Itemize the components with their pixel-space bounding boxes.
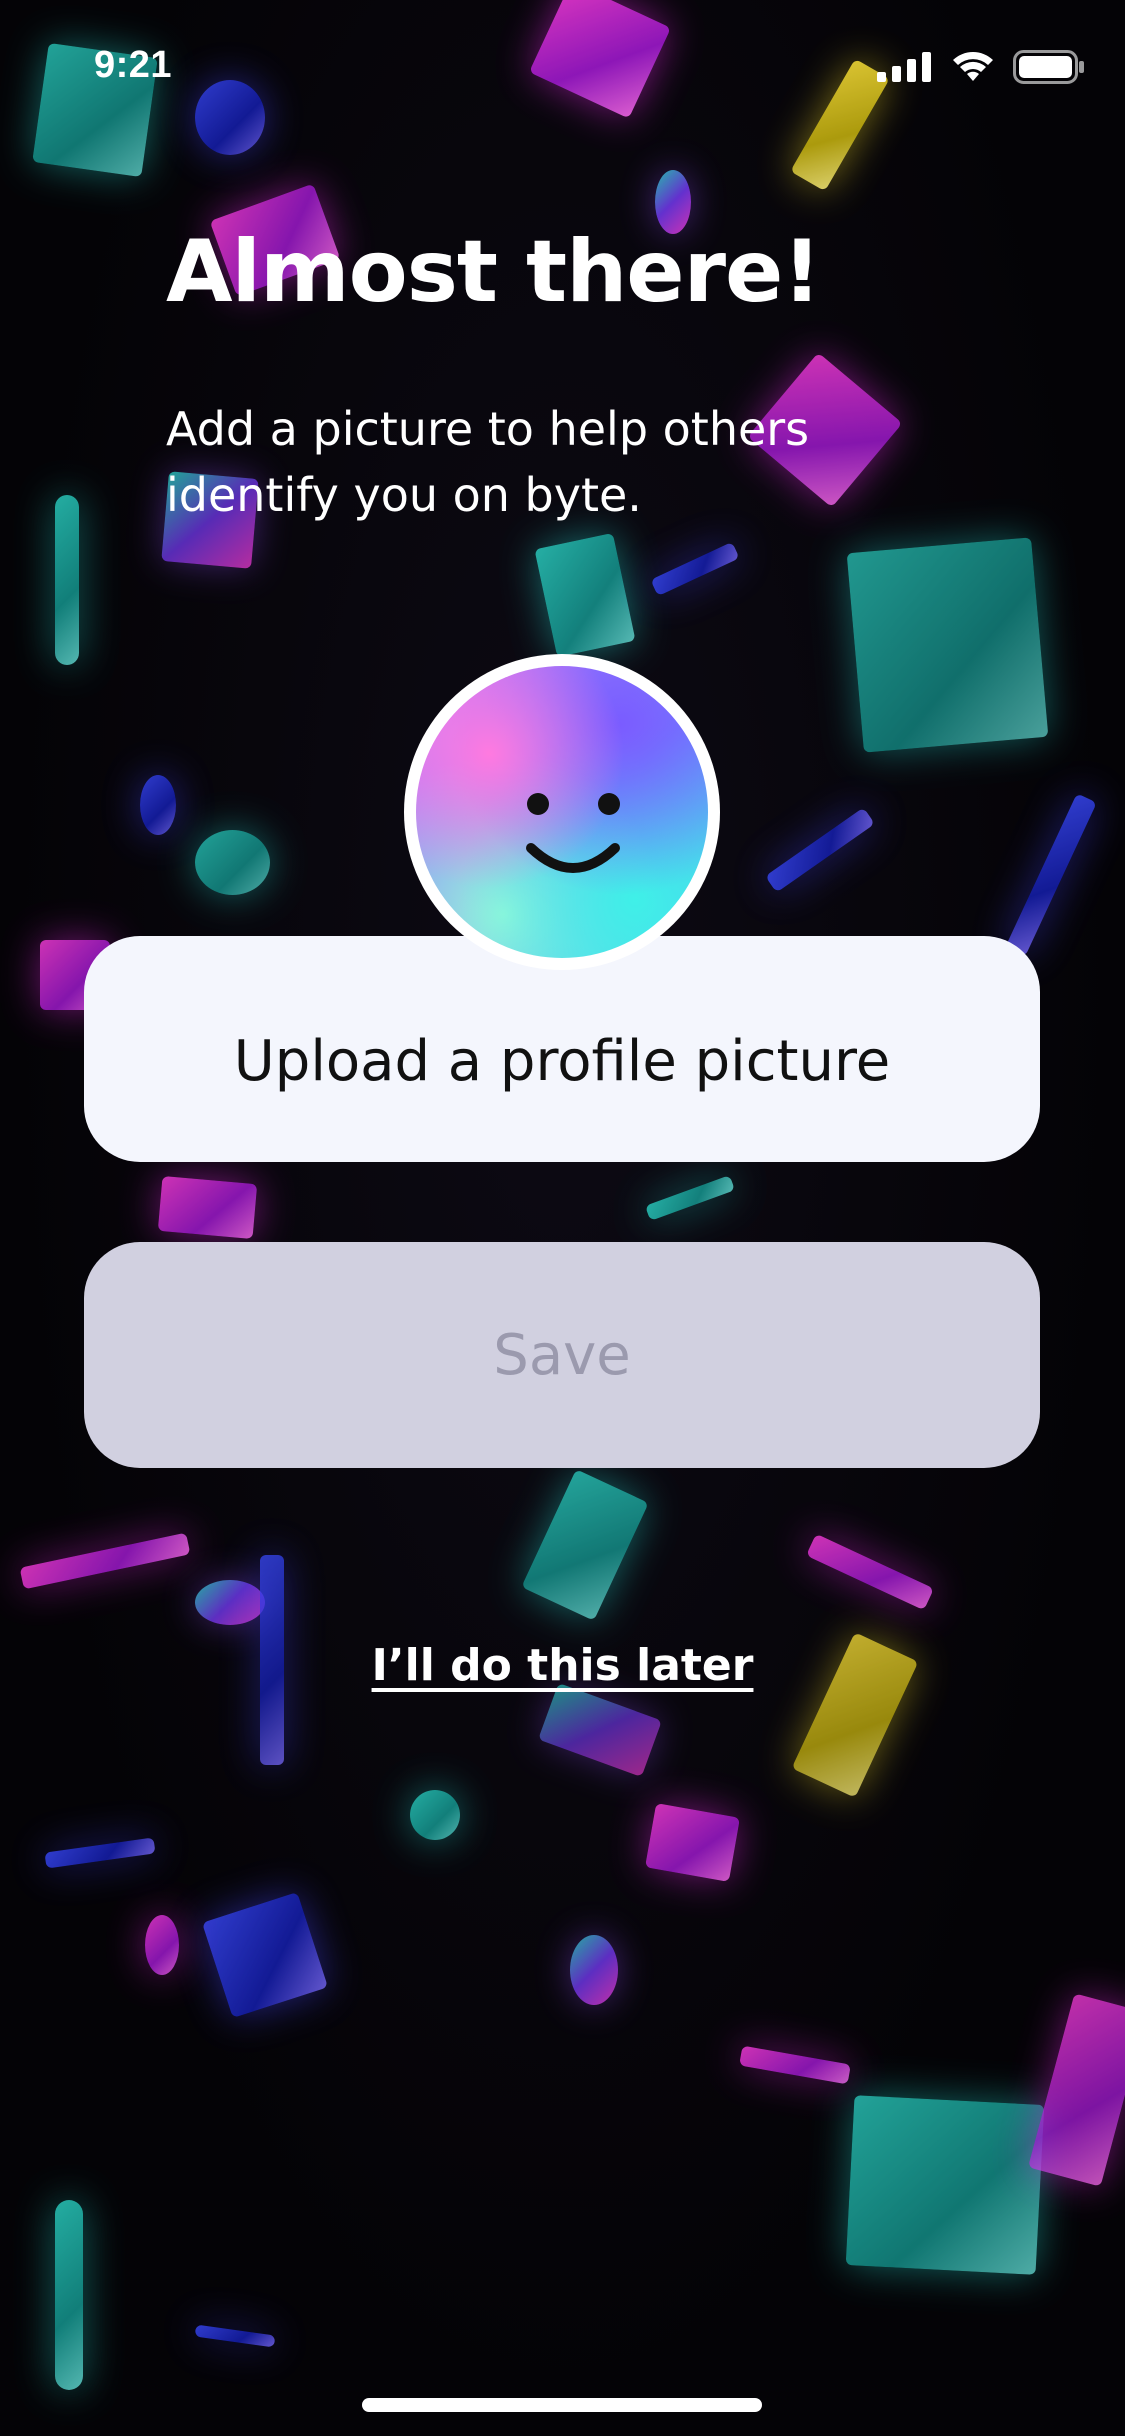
bg-shape [1005,793,1097,957]
bg-shape [194,2324,276,2348]
bg-shape [534,532,636,658]
bg-shape [846,537,1049,753]
bg-shape [806,1533,934,1611]
bg-shape [765,807,875,893]
wifi-icon [951,51,995,87]
upload-button-label: Upload a profile picture [233,1028,891,1094]
save-button-label: Save [493,1322,631,1388]
bg-shape [1027,1993,1125,2187]
bg-shape [44,1837,156,1869]
onboarding-screen: 9:21 Almost there! Add a picture to help… [0,0,1125,2436]
bg-shape [145,1915,179,1975]
bg-shape [410,1790,460,1840]
bg-shape [140,775,176,835]
bg-shape [650,541,740,597]
skip-link[interactable]: I’ll do this later [0,1640,1125,1691]
background-decoration [0,0,1125,2436]
bg-shape [739,2045,851,2085]
bg-shape [201,1891,329,2019]
home-indicator[interactable] [362,2398,762,2412]
page-title: Almost there! [166,222,822,322]
page-subtitle: Add a picture to help others identify yo… [166,402,810,522]
bg-shape [538,1682,662,1778]
skip-link-label: I’ll do this later [371,1640,754,1691]
bg-shape [195,1580,265,1625]
avatar-placeholder[interactable] [404,654,720,970]
bg-shape [157,1175,258,1240]
bg-shape [644,1175,736,1221]
battery-icon [1013,50,1085,88]
save-button[interactable]: Save [84,1242,1040,1468]
bg-shape [55,2200,83,2390]
avatar [416,666,708,958]
bg-shape [570,1935,618,2005]
bg-shape [845,2095,1045,2275]
bg-shape [645,1803,740,1882]
status-icons [877,50,1085,88]
bg-shape [19,1532,191,1590]
signal-icon [877,52,933,86]
bg-shape [195,830,270,895]
status-bar: 9:21 [0,0,1125,130]
bg-shape [521,1469,649,1621]
status-time: 9:21 [94,44,173,86]
bg-shape [55,495,79,665]
smiley-face-icon [526,793,620,873]
